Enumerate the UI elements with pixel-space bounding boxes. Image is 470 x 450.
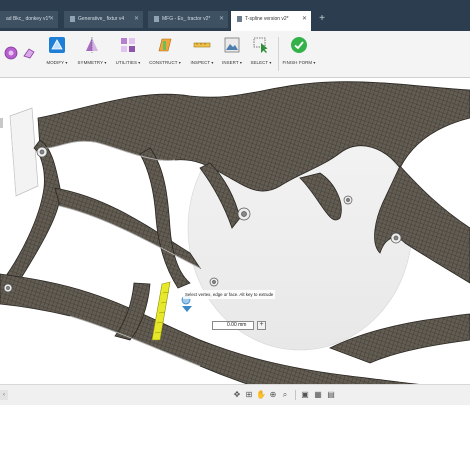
form-toolbar: MODIFY ▾ SYMMETRY ▾ UTILITIES ▾ CONSTRUC…	[0, 31, 470, 78]
document-icon	[237, 15, 242, 22]
modify-label: MODIFY	[46, 60, 65, 65]
select-label: SELECT	[250, 60, 269, 65]
inspect-icon	[193, 42, 211, 48]
tspline-model[interactable]	[0, 78, 470, 426]
close-icon[interactable]: ✕	[134, 11, 139, 28]
tab-label: Generative_ fixtur v4	[78, 16, 125, 22]
inspect-label: INSPECT	[190, 60, 211, 65]
zoom-icon[interactable]: ⊕	[268, 389, 278, 400]
grid-settings-icon[interactable]: ▦	[313, 389, 323, 400]
tab-label: T-spline version v2*	[245, 16, 289, 22]
close-icon[interactable]: ✕	[302, 11, 307, 28]
utilities-icon	[121, 38, 135, 52]
mesh-cross-strut	[54, 187, 202, 270]
browser-collapse-button[interactable]: ‹	[0, 390, 8, 400]
finish-form-label: FINISH FORM	[282, 60, 313, 65]
status-area	[0, 405, 470, 450]
symmetry-label: SYMMETRY	[77, 60, 104, 65]
look-at-icon[interactable]: ⊞	[244, 389, 254, 400]
tab-label: ad Bkc_ donkey v1*	[6, 16, 51, 22]
document-icon	[154, 15, 159, 22]
orbit-icon[interactable]: ✥	[232, 389, 242, 400]
new-tab-button[interactable]: +	[316, 13, 328, 25]
document-icon	[70, 15, 75, 22]
construct-menu[interactable]: CONSTRUCT ▾	[146, 36, 184, 74]
document-tab-bar: ad Bkc_ donkey v1* ✕ Generative_ fixtur …	[0, 0, 470, 31]
insert-icon	[224, 37, 240, 53]
edit-form-icon[interactable]	[22, 46, 36, 60]
utilities-menu[interactable]: UTILITIES ▾	[112, 36, 144, 74]
insert-label: INSERT	[222, 60, 239, 65]
selection-hint: Select vertex, edge or face. Alt key to …	[183, 290, 276, 299]
symmetry-icon	[86, 37, 98, 53]
utilities-label: UTILITIES	[115, 60, 138, 65]
modify-menu[interactable]: MODIFY ▾	[42, 36, 72, 74]
fit-view-icon[interactable]: ⌕	[280, 389, 290, 400]
create-form-icon[interactable]	[4, 46, 18, 60]
tab-label: MFG - Ex_ tractor v2*	[162, 16, 211, 22]
panel-edge	[0, 118, 3, 128]
insert-menu[interactable]: INSERT ▾	[219, 36, 245, 74]
display-settings-icon[interactable]: ▣	[300, 389, 310, 400]
check-circle-icon	[291, 37, 307, 53]
modify-icon	[49, 37, 65, 53]
select-menu[interactable]: SELECT ▾	[247, 36, 275, 74]
symmetry-menu[interactable]: SYMMETRY ▾	[74, 36, 110, 74]
toolbar-divider	[278, 37, 279, 71]
modeling-viewport[interactable]: Select vertex, edge or face. Alt key to …	[0, 78, 470, 426]
select-icon	[253, 37, 268, 53]
mesh-inner-leg-left	[139, 147, 191, 289]
distance-input[interactable]: 0.00 mm	[212, 321, 254, 330]
navigation-bar: ‹ ✥ ⊞ ✋ ⊕ ⌕ ▣ ▦ ▤	[0, 384, 470, 406]
document-tab-1[interactable]: ad Bkc_ donkey v1* ✕	[0, 11, 58, 28]
viewports-icon[interactable]: ▤	[326, 389, 336, 400]
construct-icon	[158, 38, 172, 52]
finish-form-button[interactable]: FINISH FORM ▾	[280, 36, 318, 74]
close-icon[interactable]: ✕	[219, 11, 224, 28]
reference-box	[9, 107, 39, 197]
construct-label: CONSTRUCT	[149, 60, 178, 65]
close-icon[interactable]: ✕	[49, 11, 54, 28]
pan-hand-icon[interactable]: ✋	[256, 389, 266, 400]
document-tab-2[interactable]: Generative_ fixtur v4 ✕	[64, 11, 143, 28]
distance-apply-button[interactable]: +	[257, 321, 266, 330]
nav-divider	[295, 390, 296, 400]
document-tab-active[interactable]: T-spline version v2* ✕	[231, 11, 311, 31]
inspect-menu[interactable]: INSPECT ▾	[187, 36, 217, 74]
document-tab-3[interactable]: MFG - Ex_ tractor v2* ✕	[148, 11, 228, 28]
